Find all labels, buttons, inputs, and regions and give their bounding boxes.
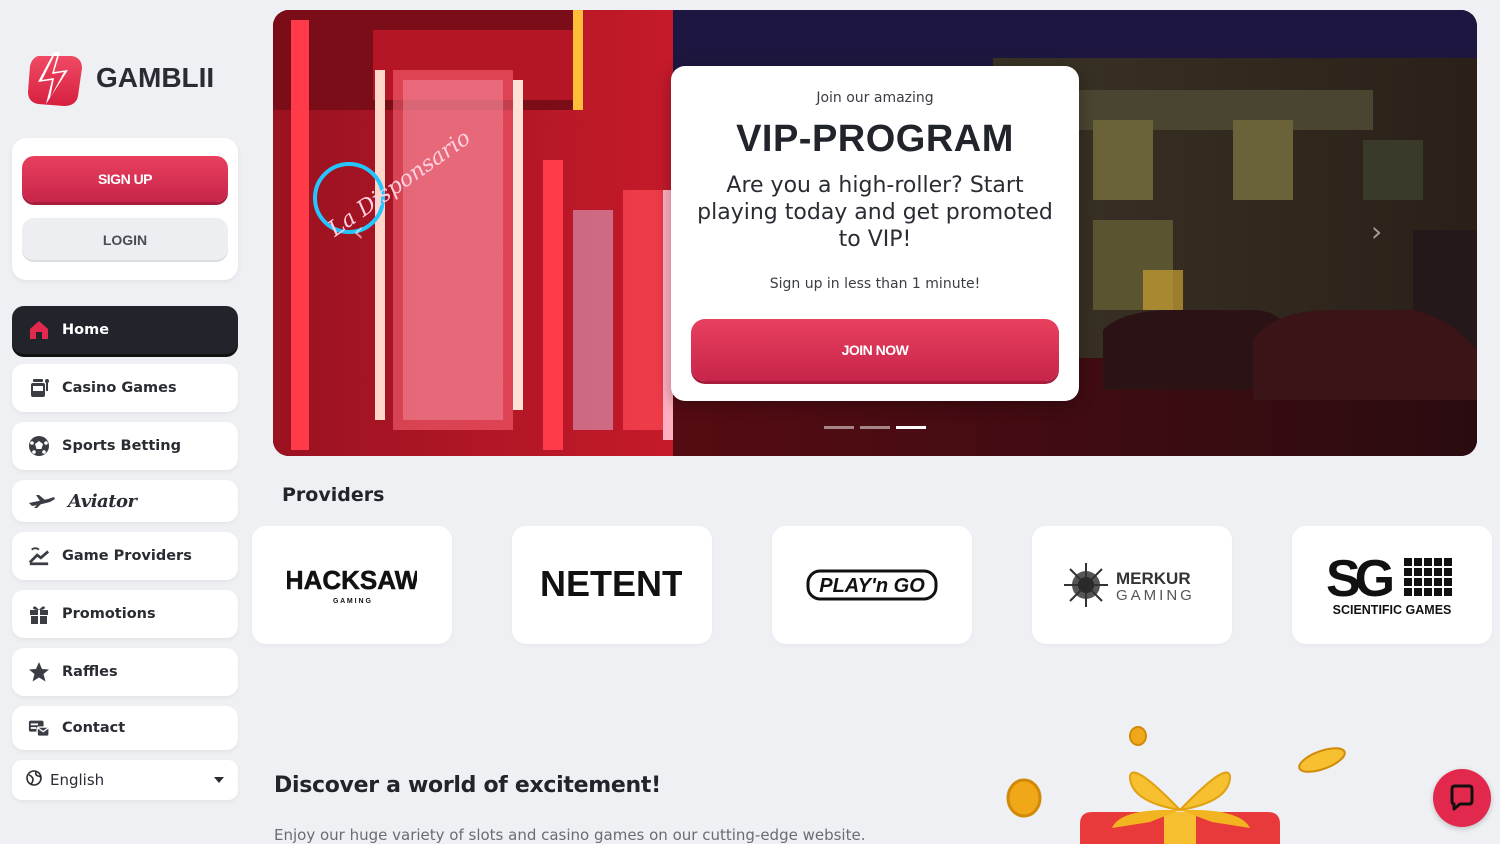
merkur-logo: MERKUR GAMING: [1064, 563, 1195, 607]
svg-text:MERKUR: MERKUR: [1116, 569, 1191, 588]
nav-item-contact[interactable]: Contact: [12, 706, 238, 750]
scientific-games-logo: SG SCIENTIFIC GAMES: [1326, 550, 1452, 617]
gift-illustration: [1006, 726, 1346, 844]
svg-text:G A M I N G: G A M I N G: [333, 598, 372, 605]
hero-carousel: La Disponsario Join our amazing VIP-PROG…: [273, 10, 1477, 456]
join-now-button[interactable]: JOIN NOW: [691, 319, 1059, 381]
carousel-dot-active[interactable]: [896, 426, 926, 429]
promo-eyebrow: Join our amazing: [816, 90, 934, 106]
airplane-icon: [28, 490, 56, 512]
slot-machine-icon: [28, 377, 50, 399]
promo-card: Join our amazing VIP-PROGRAM Are you a h…: [671, 66, 1079, 401]
login-button[interactable]: LOGIN: [22, 218, 228, 262]
discover-heading: Discover a world of excitement!: [274, 773, 661, 798]
contact-icon: [28, 717, 50, 739]
svg-text:GAMING: GAMING: [1116, 587, 1195, 604]
nav-item-raffles[interactable]: Raffles: [12, 648, 238, 696]
nav-item-sports-betting[interactable]: Sports Betting: [12, 422, 238, 470]
auth-card: SIGN UP LOGIN: [12, 138, 238, 280]
brand-logo[interactable]: GAMBLII: [24, 48, 214, 108]
provider-card-merkur[interactable]: MERKUR GAMING: [1032, 526, 1232, 644]
globe-icon: [26, 770, 42, 790]
provider-card-hacksaw[interactable]: HACKSAW G A M I N G: [252, 526, 452, 644]
brand-name: GAMBLII: [96, 62, 215, 93]
nav-label: Casino Games: [62, 380, 177, 396]
carousel-dot[interactable]: [860, 426, 890, 429]
provider-card-playngo[interactable]: PLAY'n GO: [772, 526, 972, 644]
svg-text:HACKSAW: HACKSAW: [287, 565, 417, 595]
nav-label: Contact: [62, 720, 126, 736]
nav-label: Sports Betting: [62, 438, 181, 454]
svg-text:SG: SG: [1326, 550, 1393, 608]
nav-label: Home: [62, 322, 110, 338]
nav-item-promotions[interactable]: Promotions: [12, 590, 238, 638]
discover-text: Enjoy our huge variety of slots and casi…: [274, 826, 866, 844]
soccer-ball-icon: [28, 435, 50, 457]
providers-heading: Providers: [282, 484, 385, 506]
carousel-dots: [824, 426, 926, 429]
nav-item-home[interactable]: Home: [12, 306, 238, 354]
language-value: English: [50, 771, 105, 789]
chat-icon: [1450, 784, 1474, 811]
svg-text:NETENT: NETENT: [542, 563, 682, 604]
provider-card-scientific-games[interactable]: SG SCIENTIFIC GAMES: [1292, 526, 1492, 644]
playngo-logo: PLAY'n GO: [806, 569, 938, 601]
svg-text:SCIENTIFIC GAMES: SCIENTIFIC GAMES: [1333, 603, 1452, 617]
nav-item-aviator[interactable]: Aviator: [12, 480, 238, 522]
nav-label: Game Providers: [62, 548, 192, 564]
language-select[interactable]: English: [12, 760, 238, 800]
netent-logo: NETENT: [542, 563, 682, 604]
carousel-next-arrow-icon[interactable]: ›: [1371, 218, 1395, 246]
providers-icon: [28, 545, 50, 567]
nav-label: Aviator: [68, 490, 137, 512]
carousel-dot[interactable]: [824, 426, 854, 429]
chevron-down-icon: [214, 777, 224, 783]
star-icon: [28, 661, 50, 683]
nav-item-casino-games[interactable]: Casino Games: [12, 364, 238, 412]
promo-title: VIP-PROGRAM: [736, 118, 1014, 160]
live-chat-button[interactable]: [1433, 769, 1491, 827]
signup-button[interactable]: SIGN UP: [22, 156, 228, 202]
gift-icon: [28, 603, 50, 625]
carousel-prev-arrow-icon[interactable]: ‹: [353, 218, 377, 246]
promo-text: Are you a high-roller? Start playing tod…: [697, 173, 1053, 252]
nav-label: Raffles: [62, 664, 118, 680]
nav-item-game-providers[interactable]: Game Providers: [12, 532, 238, 580]
lightning-logo-icon: [28, 52, 82, 106]
svg-text:PLAY'n GO: PLAY'n GO: [819, 575, 925, 597]
provider-card-netent[interactable]: NETENT: [512, 526, 712, 644]
nav-label: Promotions: [62, 606, 156, 622]
hacksaw-logo: HACKSAW G A M I N G: [287, 565, 417, 605]
promo-subtext: Sign up in less than 1 minute!: [769, 276, 981, 292]
home-icon: [28, 319, 50, 341]
